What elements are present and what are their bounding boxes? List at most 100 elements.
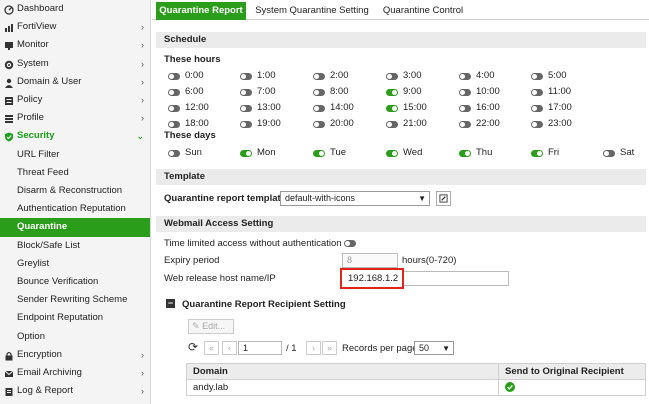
hour-toggle[interactable]: [240, 105, 252, 112]
day-toggle[interactable]: [531, 150, 543, 157]
day-toggle[interactable]: [459, 150, 471, 157]
schedule-header: Schedule: [156, 32, 646, 48]
hour-label: 6:00: [185, 86, 204, 97]
sidebar-subitem-sender-rewriting-scheme[interactable]: Sender Rewriting Scheme: [0, 291, 150, 309]
hour-toggle[interactable]: [386, 73, 398, 80]
sidebar-item-label: Profile: [17, 112, 44, 124]
prev-page-button[interactable]: ‹: [222, 341, 237, 355]
table-row[interactable]: andy.lab: [186, 379, 646, 396]
profile-icon: [4, 113, 14, 124]
sidebar-subitem-quarantine[interactable]: Quarantine: [0, 218, 150, 237]
hour-label: 20:00: [330, 118, 354, 129]
sidebar-subitem-url-filter[interactable]: URL Filter: [0, 146, 150, 164]
hour-toggle[interactable]: [459, 121, 471, 128]
day-label: Sat: [620, 147, 635, 158]
sidebar-subitem-endpoint-reputation[interactable]: Endpoint Reputation: [0, 309, 150, 327]
hour-toggle[interactable]: [531, 121, 543, 128]
expiry-input[interactable]: 8: [342, 253, 398, 268]
hour-toggle[interactable]: [240, 121, 252, 128]
hour-toggle[interactable]: [168, 89, 180, 96]
hour-toggle[interactable]: [386, 121, 398, 128]
refresh-icon[interactable]: ⟳: [188, 341, 198, 353]
hour-toggle[interactable]: [313, 105, 325, 112]
day-label: Wed: [403, 147, 423, 158]
chevron-right-icon: ›: [141, 40, 144, 51]
mail-icon: [4, 368, 14, 378]
sidebar-subitem-authentication-reputation[interactable]: Authentication Reputation: [0, 200, 150, 218]
chart-icon: [4, 22, 14, 33]
sidebar-item-label: Policy: [17, 94, 43, 105]
records-per-page-value: 50: [419, 343, 430, 353]
first-page-button[interactable]: «: [204, 341, 219, 355]
hour-toggle[interactable]: [168, 105, 180, 112]
sidebar-item-dashboard[interactable]: Dashboard: [0, 0, 150, 18]
hour-toggle[interactable]: [386, 105, 398, 112]
recipient-collapse-button[interactable]: −: [166, 299, 175, 308]
hour-toggle[interactable]: [386, 89, 398, 96]
time-limited-label: Time limited access without authenticati…: [164, 238, 342, 249]
hour-toggle[interactable]: [459, 89, 471, 96]
day-toggle[interactable]: [168, 150, 180, 157]
hour-toggle[interactable]: [531, 105, 543, 112]
hour-toggle[interactable]: [168, 121, 180, 128]
next-page-button[interactable]: ›: [306, 341, 321, 355]
sidebar-item-log-report[interactable]: Log & Report ›: [0, 382, 150, 400]
host-input[interactable]: [402, 271, 509, 286]
edit-recipient-button[interactable]: ✎ Edit...: [188, 319, 234, 334]
day-toggle[interactable]: [386, 150, 398, 157]
sidebar-item-domain-user[interactable]: Domain & User ›: [0, 73, 150, 91]
sidebar-item-encryption[interactable]: Encryption ›: [0, 346, 150, 364]
edit-icon: [439, 194, 448, 203]
sidebar-subitem-option[interactable]: Option: [0, 328, 150, 346]
hour-toggle[interactable]: [531, 73, 543, 80]
sidebar-item-security[interactable]: Security ⌄: [0, 127, 150, 145]
hour-toggle[interactable]: [531, 89, 543, 96]
edit-template-button[interactable]: [436, 191, 451, 206]
hour-label: 19:00: [257, 118, 281, 129]
page-input[interactable]: 1: [238, 341, 282, 355]
hour-toggle[interactable]: [459, 105, 471, 112]
time-limited-toggle[interactable]: [344, 240, 356, 247]
hour-toggle[interactable]: [313, 121, 325, 128]
tab-system-quarantine-setting[interactable]: System Quarantine Setting: [252, 2, 372, 20]
day-toggle[interactable]: [240, 150, 252, 157]
hour-toggle[interactable]: [240, 73, 252, 80]
hour-label: 18:00: [185, 118, 209, 129]
chevron-right-icon: ›: [141, 58, 144, 69]
sidebar-item-system[interactable]: System ›: [0, 55, 150, 73]
sidebar-item-policy[interactable]: Policy ›: [0, 91, 150, 109]
template-select[interactable]: default-with-icons ▼: [280, 191, 430, 206]
last-page-button[interactable]: »: [322, 341, 337, 355]
day-toggle[interactable]: [313, 150, 325, 157]
day-label: Sun: [185, 147, 202, 158]
sidebar-item-profile[interactable]: Profile ›: [0, 109, 150, 127]
hour-toggle[interactable]: [313, 89, 325, 96]
host-label: Web release host name/IP: [164, 273, 276, 284]
column-header-send[interactable]: Send to Original Recipient: [498, 363, 646, 380]
day-toggle[interactable]: [603, 150, 615, 157]
page-total: / 1: [286, 343, 297, 354]
sidebar-subitem-greylist[interactable]: Greylist: [0, 255, 150, 273]
chevron-down-icon: ▼: [442, 344, 450, 353]
expiry-unit-label: hours(0-720): [402, 255, 457, 266]
sidebar-item-fortiview[interactable]: FortiView ›: [0, 18, 150, 36]
column-header-domain[interactable]: Domain: [186, 363, 499, 380]
hour-toggle[interactable]: [459, 73, 471, 80]
records-per-page-select[interactable]: 50 ▼: [414, 341, 454, 355]
edit-icon: ✎: [192, 321, 200, 331]
tab-quarantine-control[interactable]: Quarantine Control: [378, 2, 468, 20]
template-label: Quarantine report template: [164, 193, 286, 204]
sidebar-subitem-threat-feed[interactable]: Threat Feed: [0, 164, 150, 182]
hour-label: 1:00: [257, 70, 276, 81]
sidebar-item-email-archiving[interactable]: Email Archiving ›: [0, 364, 150, 382]
sidebar-subitem-disarm-reconstruction[interactable]: Disarm & Reconstruction: [0, 182, 150, 200]
sidebar-item-label: FortiView: [17, 21, 57, 33]
sidebar-subitem-block-safe-list[interactable]: Block/Safe List: [0, 237, 150, 255]
hour-toggle[interactable]: [240, 89, 252, 96]
hour-toggle[interactable]: [168, 73, 180, 80]
these-hours-label: These hours: [164, 54, 221, 65]
sidebar-subitem-bounce-verification[interactable]: Bounce Verification: [0, 273, 150, 291]
tab-quarantine-report[interactable]: Quarantine Report: [156, 2, 246, 20]
hour-toggle[interactable]: [313, 73, 325, 80]
sidebar-item-monitor[interactable]: Monitor ›: [0, 36, 150, 54]
